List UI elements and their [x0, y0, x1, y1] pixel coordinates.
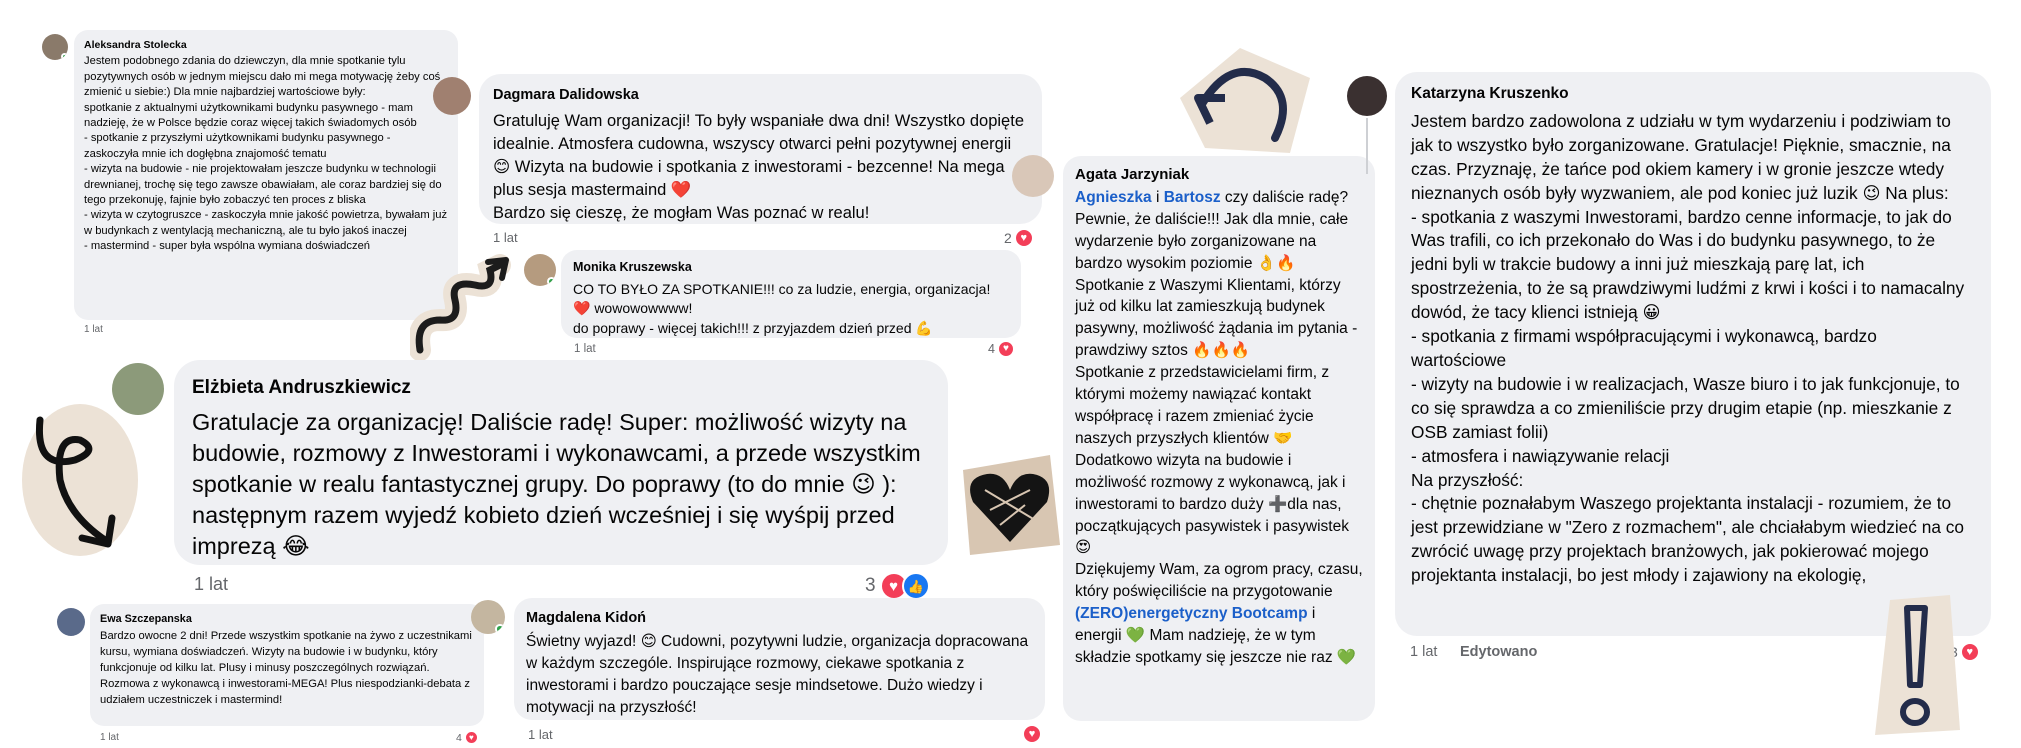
comment-elzbieta-andruszkiewicz: Elżbieta Andruszkiewicz Gratulacje za or… [174, 360, 948, 565]
comment-text: Gratuluję Wam organizacji! To były wspan… [493, 112, 1024, 222]
comment-text: Agnieszka i Bartosz czy daliście radę? P… [1075, 188, 1363, 666]
comment-author[interactable]: Elżbieta Andruszkiewicz [192, 372, 930, 403]
comment-author[interactable]: Monika Kruszewska [573, 258, 1009, 278]
comment-text: Jestem podobnego zdania do dziewczyn, dl… [84, 55, 448, 253]
comment-time[interactable]: 1 lat [528, 727, 553, 742]
comment-agata-jarzyniak: Agata Jarzyniak Agnieszka i Bartosz czy … [1063, 156, 1375, 721]
heart-icon[interactable]: ♥ [1022, 724, 1042, 744]
comment-author[interactable]: Magdalena Kidoń [526, 607, 1033, 629]
exclamation-doodle-icon [1875, 595, 1960, 735]
like-icon: 👍 [901, 572, 930, 600]
comment-text: Bardzo owocne 2 dni! Przede wszystkim sp… [100, 630, 472, 706]
reaction-count[interactable]: 4 ♥ [456, 730, 479, 745]
reaction-count[interactable]: 4 ♥ [988, 340, 1015, 358]
online-status-dot [495, 624, 505, 634]
comment-time[interactable]: 1 lat [493, 230, 518, 245]
comment-text: Jestem bardzo zadowolona z udziału w tym… [1411, 110, 1965, 586]
comment-author[interactable]: Ewa Szczepanska [100, 611, 474, 627]
mention-bootcamp[interactable]: (ZERO)energetyczny Bootcamp [1075, 605, 1308, 622]
comment-katarzyna-kruszenko: Katarzyna Kruszenko Jestem bardzo zadowo… [1395, 72, 1991, 636]
comment-author[interactable]: Agata Jarzyniak [1075, 164, 1363, 186]
comment-time[interactable]: 1 lat [84, 324, 103, 335]
edited-label: Edytowano [1460, 644, 1538, 660]
mention-agnieszka[interactable]: Agnieszka [1075, 189, 1152, 206]
comment-ewa-szczepanska: Ewa Szczepanska Bardzo owocne 2 dni! Prz… [90, 604, 484, 726]
comment-dagmara-dalidowska: Dagmara Dalidowska Gratuluję Wam organiz… [479, 74, 1042, 224]
heart-icon: ♥ [996, 340, 1015, 358]
comment-time[interactable]: 1 lat [574, 343, 596, 355]
comment-text: CO TO BYŁO ZA SPOTKANIE!!! co za ludzie,… [573, 280, 991, 336]
comment-magdalena-kidon: Magdalena Kidoń Świetny wyjazd! 😊 Cudown… [514, 598, 1045, 720]
mention-bartosz[interactable]: Bartosz [1164, 189, 1221, 206]
comment-author[interactable]: Dagmara Dalidowska [493, 84, 1028, 107]
reaction-count[interactable]: 2 ♥ [1004, 228, 1034, 248]
reaction-count[interactable]: 3 ♥ 👍 [865, 572, 930, 600]
comment-text: Gratulacje za organizację! Daliście radę… [192, 409, 921, 559]
heart-icon: ♥ [1013, 228, 1034, 248]
avatar-dagmara-dalidowska-secondary [1012, 155, 1054, 197]
avatar-ewa-szczepanska[interactable] [57, 608, 85, 636]
comment-author[interactable]: Katarzyna Kruszenko [1411, 82, 1975, 106]
comment-time[interactable]: 1 lat [194, 574, 228, 595]
undo-arrow-icon [1180, 48, 1310, 153]
heart-doodle-icon [963, 455, 1060, 555]
thread-line [1366, 118, 1368, 174]
avatar-aleksandra-stolecka[interactable] [42, 34, 68, 60]
squiggle-arrow-icon [410, 254, 511, 360]
comment-text: Świetny wyjazd! 😊 Cudowni, pozytywni lud… [526, 633, 1029, 716]
heart-icon: ♥ [463, 730, 479, 745]
avatar-dagmara-dalidowska[interactable] [433, 77, 471, 115]
avatar-katarzyna-kruszenko[interactable] [1347, 76, 1387, 116]
online-status-dot [60, 52, 68, 60]
avatar-magdalena-kidon[interactable] [471, 600, 505, 634]
comment-time[interactable]: 1 lat [1410, 644, 1437, 660]
comment-monika-kruszewska: Monika Kruszewska CO TO BYŁO ZA SPOTKANI… [561, 250, 1021, 338]
comment-time[interactable]: 1 lat [100, 732, 119, 743]
comment-author[interactable]: Aleksandra Stolecka [84, 38, 448, 53]
comment-aleksandra-stolecka: Aleksandra Stolecka Jestem podobnego zda… [74, 30, 458, 320]
online-status-dot [547, 277, 556, 286]
curly-arrow-icon [22, 404, 138, 556]
